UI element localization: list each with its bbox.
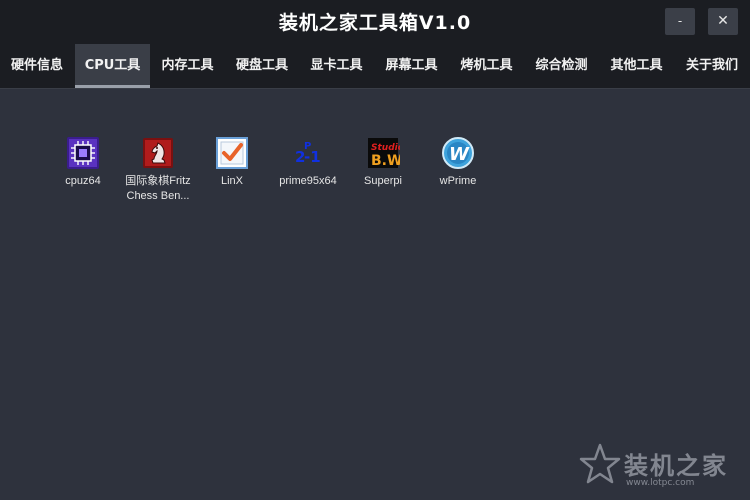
app-label: cpuz64 bbox=[65, 175, 101, 187]
linx-icon bbox=[216, 137, 248, 169]
app-label: LinX bbox=[220, 175, 244, 187]
tab-screen-tools[interactable]: 屏幕工具 bbox=[374, 44, 449, 88]
app-wprime[interactable]: W wPrime bbox=[419, 136, 497, 189]
cpuz-icon bbox=[67, 137, 99, 169]
watermark-url: www.lotpc.com bbox=[626, 478, 695, 488]
tab-cpu-tools[interactable]: CPU工具 bbox=[75, 44, 150, 88]
superpi-icon: Studio B.W. bbox=[368, 138, 400, 169]
app-cpuz64[interactable]: cpuz64 bbox=[44, 136, 122, 189]
svg-text:B.W.: B.W. bbox=[371, 153, 400, 169]
tab-other-tools[interactable]: 其他工具 bbox=[599, 44, 674, 88]
tab-burn-in-tools[interactable]: 烤机工具 bbox=[449, 44, 524, 88]
prime95-icon: 2 P -1 bbox=[295, 141, 321, 166]
svg-text:W: W bbox=[449, 144, 470, 165]
star-logo-icon bbox=[579, 443, 621, 484]
tab-hardware-info[interactable]: 硬件信息 bbox=[0, 44, 74, 88]
app-superpi[interactable]: Studio B.W. Superpi bbox=[344, 136, 422, 189]
minimize-button[interactable]: - bbox=[665, 8, 695, 35]
app-label: Superpi bbox=[364, 175, 402, 187]
app-linx[interactable]: LinX bbox=[193, 136, 271, 189]
app-prime95x64[interactable]: 2 P -1 prime95x64 bbox=[269, 136, 347, 189]
tab-memory-tools[interactable]: 内存工具 bbox=[150, 44, 225, 88]
watermark-text: 装机之家 bbox=[624, 452, 728, 480]
close-button[interactable]: ✕ bbox=[708, 8, 738, 35]
app-label: wPrime bbox=[439, 175, 477, 187]
window-title: 装机之家工具箱V1.0 bbox=[278, 12, 472, 34]
app-label: prime95x64 bbox=[279, 175, 337, 187]
svg-text:-1: -1 bbox=[304, 148, 321, 166]
wprime-icon: W bbox=[442, 137, 474, 169]
tab-gpu-tools[interactable]: 显卡工具 bbox=[299, 44, 374, 88]
watermark: 装机之家 www.lotpc.com bbox=[578, 442, 748, 498]
tab-disk-tools[interactable]: 硬盘工具 bbox=[225, 44, 299, 88]
tab-about-us[interactable]: 关于我们 bbox=[674, 44, 750, 88]
app-label: 国际象棋Fritz Chess Ben... bbox=[125, 175, 191, 202]
tab-bar: 硬件信息 CPU工具 内存工具 硬盘工具 显卡工具 屏幕工具 烤机工具 综合检测… bbox=[0, 44, 750, 89]
app-fritz-chess-benchmark[interactable]: 国际象棋Fritz Chess Ben... bbox=[119, 136, 197, 204]
title-bar: 装机之家工具箱V1.0 - ✕ bbox=[0, 0, 750, 44]
tab-overall-test[interactable]: 综合检测 bbox=[524, 44, 599, 88]
svg-text:Studio: Studio bbox=[371, 143, 400, 153]
tool-area: cpuz64 国际象棋Fritz Chess Ben... LinX 2 P -… bbox=[0, 90, 750, 500]
fritz-chess-icon bbox=[143, 138, 173, 168]
